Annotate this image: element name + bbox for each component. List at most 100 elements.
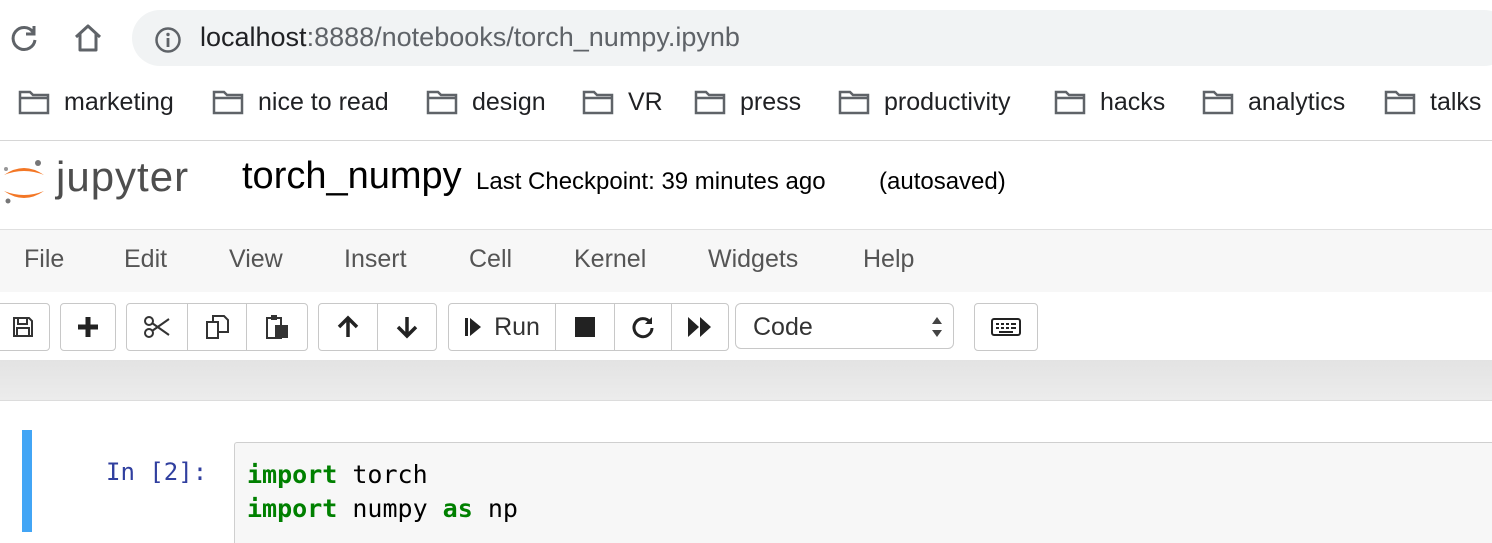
bookmark-label: hacks	[1100, 87, 1166, 116]
bookmark-label: productivity	[884, 87, 1011, 116]
menu-insert[interactable]: Insert	[344, 245, 407, 274]
restart-icon	[632, 317, 654, 339]
clipboard-group	[126, 303, 308, 351]
folder-icon	[582, 90, 614, 115]
menu-edit[interactable]: Edit	[124, 245, 167, 274]
menu-kernel[interactable]: Kernel	[574, 245, 646, 274]
arrow-up-icon	[337, 315, 359, 337]
bookmark-nice-to-read[interactable]: nice to read	[212, 78, 389, 126]
bookmarks-bar: marketing nice to read design VR press p…	[0, 78, 1492, 126]
bookmark-label: VR	[628, 87, 663, 116]
interrupt-button[interactable]	[556, 304, 615, 350]
notebook-container: In [2]: import torch import numpy as np	[0, 401, 1492, 543]
bookmark-label: press	[740, 87, 802, 116]
code-keyword: import	[247, 460, 338, 489]
cell-type-value: Code	[753, 313, 813, 341]
move-group	[318, 303, 437, 351]
address-bar[interactable]: localhost:8888/notebooks/torch_numpy.ipy…	[132, 10, 1492, 66]
autosave-status: (autosaved)	[879, 168, 1006, 195]
bookmark-label: nice to read	[258, 87, 389, 116]
url-host: localhost	[200, 22, 307, 52]
save-icon	[13, 317, 33, 337]
folder-icon	[838, 90, 870, 115]
keyboard-group	[974, 303, 1038, 351]
home-icon	[74, 24, 102, 52]
checkpoint-status: Last Checkpoint: 39 minutes ago	[476, 168, 826, 195]
keyboard-shortcuts-button[interactable]	[975, 304, 1037, 350]
bookmark-marketing[interactable]: marketing	[18, 78, 174, 126]
notebook-title[interactable]: torch_numpy	[242, 155, 462, 198]
toolbar-shadow	[0, 360, 1492, 401]
select-arrows-icon	[932, 317, 942, 337]
scissors-icon	[144, 316, 170, 338]
paste-icon	[266, 315, 288, 339]
reload-icon	[11, 25, 37, 51]
insert-group	[60, 303, 116, 351]
move-down-button[interactable]	[378, 304, 436, 350]
bookmark-label: design	[472, 87, 546, 116]
url-text[interactable]: localhost:8888/notebooks/torch_numpy.ipy…	[200, 22, 740, 53]
folder-icon	[18, 90, 50, 115]
arrow-down-icon	[396, 317, 418, 339]
bookmark-label: talks	[1430, 87, 1482, 116]
bookmark-analytics[interactable]: analytics	[1202, 78, 1345, 126]
menu-cell[interactable]: Cell	[469, 245, 512, 274]
code-cell[interactable]: In [2]: import torch import numpy as np	[22, 430, 1492, 543]
bookmark-label: analytics	[1248, 87, 1346, 116]
reload-button[interactable]	[6, 20, 42, 56]
restart-button[interactable]	[615, 304, 672, 350]
notebook-header: jupyter torch_numpy Last Checkpoint: 39 …	[0, 141, 1492, 229]
menu-view[interactable]: View	[229, 245, 283, 274]
bookmark-label: marketing	[64, 87, 174, 116]
save-group	[0, 303, 50, 351]
fast-forward-icon	[688, 317, 711, 337]
menu-file[interactable]: File	[24, 245, 64, 274]
browser-chrome: localhost:8888/notebooks/torch_numpy.ipy…	[0, 0, 1492, 141]
run-group: Run	[448, 303, 729, 351]
step-forward-icon	[465, 318, 482, 336]
cut-button[interactable]	[127, 304, 188, 350]
code-line: import numpy as np	[247, 494, 518, 523]
code-text: numpy	[337, 494, 443, 523]
bookmark-vr[interactable]: VR	[582, 78, 663, 126]
run-label: Run	[494, 312, 540, 341]
bookmark-productivity[interactable]: productivity	[838, 78, 1010, 126]
menubar: File Edit View Insert Cell Kernel Widget…	[0, 229, 1492, 293]
notebook-toolbar: Run Code	[0, 292, 1492, 360]
bookmark-design[interactable]: design	[426, 78, 546, 126]
input-prompt: In [2]:	[106, 458, 208, 486]
jupyter-wordmark[interactable]: jupyter	[56, 153, 189, 201]
cell-type-select[interactable]: Code	[735, 303, 954, 349]
folder-icon	[1384, 90, 1416, 115]
folder-icon	[1202, 90, 1234, 115]
code-text: np	[472, 494, 518, 523]
stop-icon	[575, 317, 595, 337]
bookmark-hacks[interactable]: hacks	[1054, 78, 1165, 126]
copy-icon	[206, 315, 229, 339]
menu-widgets[interactable]: Widgets	[708, 245, 798, 274]
restart-run-all-button[interactable]	[672, 304, 728, 350]
paste-button[interactable]	[247, 304, 307, 350]
code-editor[interactable]: import torch import numpy as np	[234, 442, 1492, 543]
save-button[interactable]	[0, 304, 49, 350]
home-button[interactable]	[70, 20, 106, 56]
move-up-button[interactable]	[319, 304, 378, 350]
folder-icon	[212, 90, 244, 115]
insert-cell-button[interactable]	[61, 304, 115, 350]
folder-icon	[1054, 90, 1086, 115]
plus-icon	[78, 317, 98, 337]
code-line: import torch	[247, 460, 428, 489]
jupyter-logo-icon[interactable]	[0, 151, 50, 211]
run-button[interactable]: Run	[449, 304, 556, 350]
code-keyword: import	[247, 494, 338, 523]
bookmark-talks[interactable]: talks	[1384, 78, 1481, 126]
copy-button[interactable]	[188, 304, 247, 350]
folder-icon	[426, 90, 458, 115]
url-path: :8888/notebooks/torch_numpy.ipynb	[306, 22, 740, 52]
bookmark-press[interactable]: press	[694, 78, 801, 126]
info-icon	[155, 27, 181, 53]
code-text: torch	[337, 460, 428, 489]
menu-help[interactable]: Help	[863, 245, 914, 274]
folder-icon	[694, 90, 726, 115]
code-keyword: as	[442, 494, 473, 523]
